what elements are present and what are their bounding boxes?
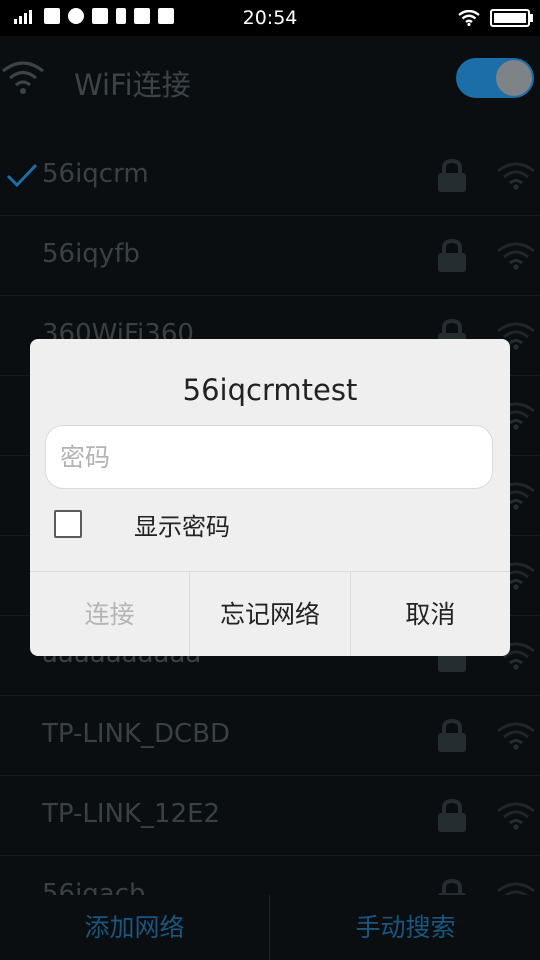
wifi-icon	[2, 61, 44, 94]
manual-search-button[interactable]: 手动搜索	[271, 895, 540, 960]
network-row[interactable]: 56iqyfb	[0, 216, 540, 296]
add-network-button[interactable]: 添加网络	[0, 895, 269, 960]
status-bar: 20:54	[0, 0, 540, 36]
wifi-status-icon	[458, 10, 480, 26]
show-password-row[interactable]: 显示密码	[54, 507, 230, 541]
status-icons-right	[458, 9, 533, 27]
bottom-bar: 添加网络 手动搜索	[0, 895, 540, 960]
wifi-signal-icon	[496, 241, 536, 271]
wifi-toggle[interactable]	[456, 58, 534, 98]
network-row[interactable]: TP-LINK_12E2	[0, 776, 540, 856]
wifi-signal-icon	[496, 721, 536, 751]
battery-icon	[490, 9, 533, 27]
connect-dialog: 56iqcrmtest 显示密码 连接 忘记网络 取消	[30, 339, 510, 656]
dialog-buttons: 连接 忘记网络 取消	[30, 571, 510, 656]
forget-network-button[interactable]: 忘记网络	[189, 572, 349, 656]
toggle-knob	[496, 60, 532, 96]
page-title: WiFi连接	[74, 68, 191, 102]
network-ssid: TP-LINK_DCBD	[42, 719, 231, 749]
show-password-checkbox[interactable]	[54, 510, 82, 538]
wifi-signal-icon	[496, 801, 536, 831]
bottom-divider	[269, 895, 270, 960]
network-row[interactable]: 56iqcrm	[0, 136, 540, 216]
connected-check-icon	[6, 162, 38, 188]
lock-icon	[436, 158, 468, 192]
network-ssid: TP-LINK_12E2	[42, 799, 221, 829]
cancel-button[interactable]: 取消	[349, 572, 510, 656]
lock-icon	[436, 718, 468, 752]
dialog-title: 56iqcrmtest	[182, 373, 358, 407]
network-ssid: 56iqyfb	[42, 239, 140, 269]
show-password-label: 显示密码	[134, 512, 230, 541]
password-input[interactable]	[45, 425, 493, 489]
connect-button[interactable]: 连接	[30, 572, 189, 656]
wifi-header: WiFi连接	[0, 36, 540, 124]
lock-icon	[436, 238, 468, 272]
lock-icon	[436, 798, 468, 832]
wifi-signal-icon	[496, 161, 536, 191]
network-ssid: 56iqcrm	[42, 159, 149, 189]
network-row[interactable]: TP-LINK_DCBD	[0, 696, 540, 776]
